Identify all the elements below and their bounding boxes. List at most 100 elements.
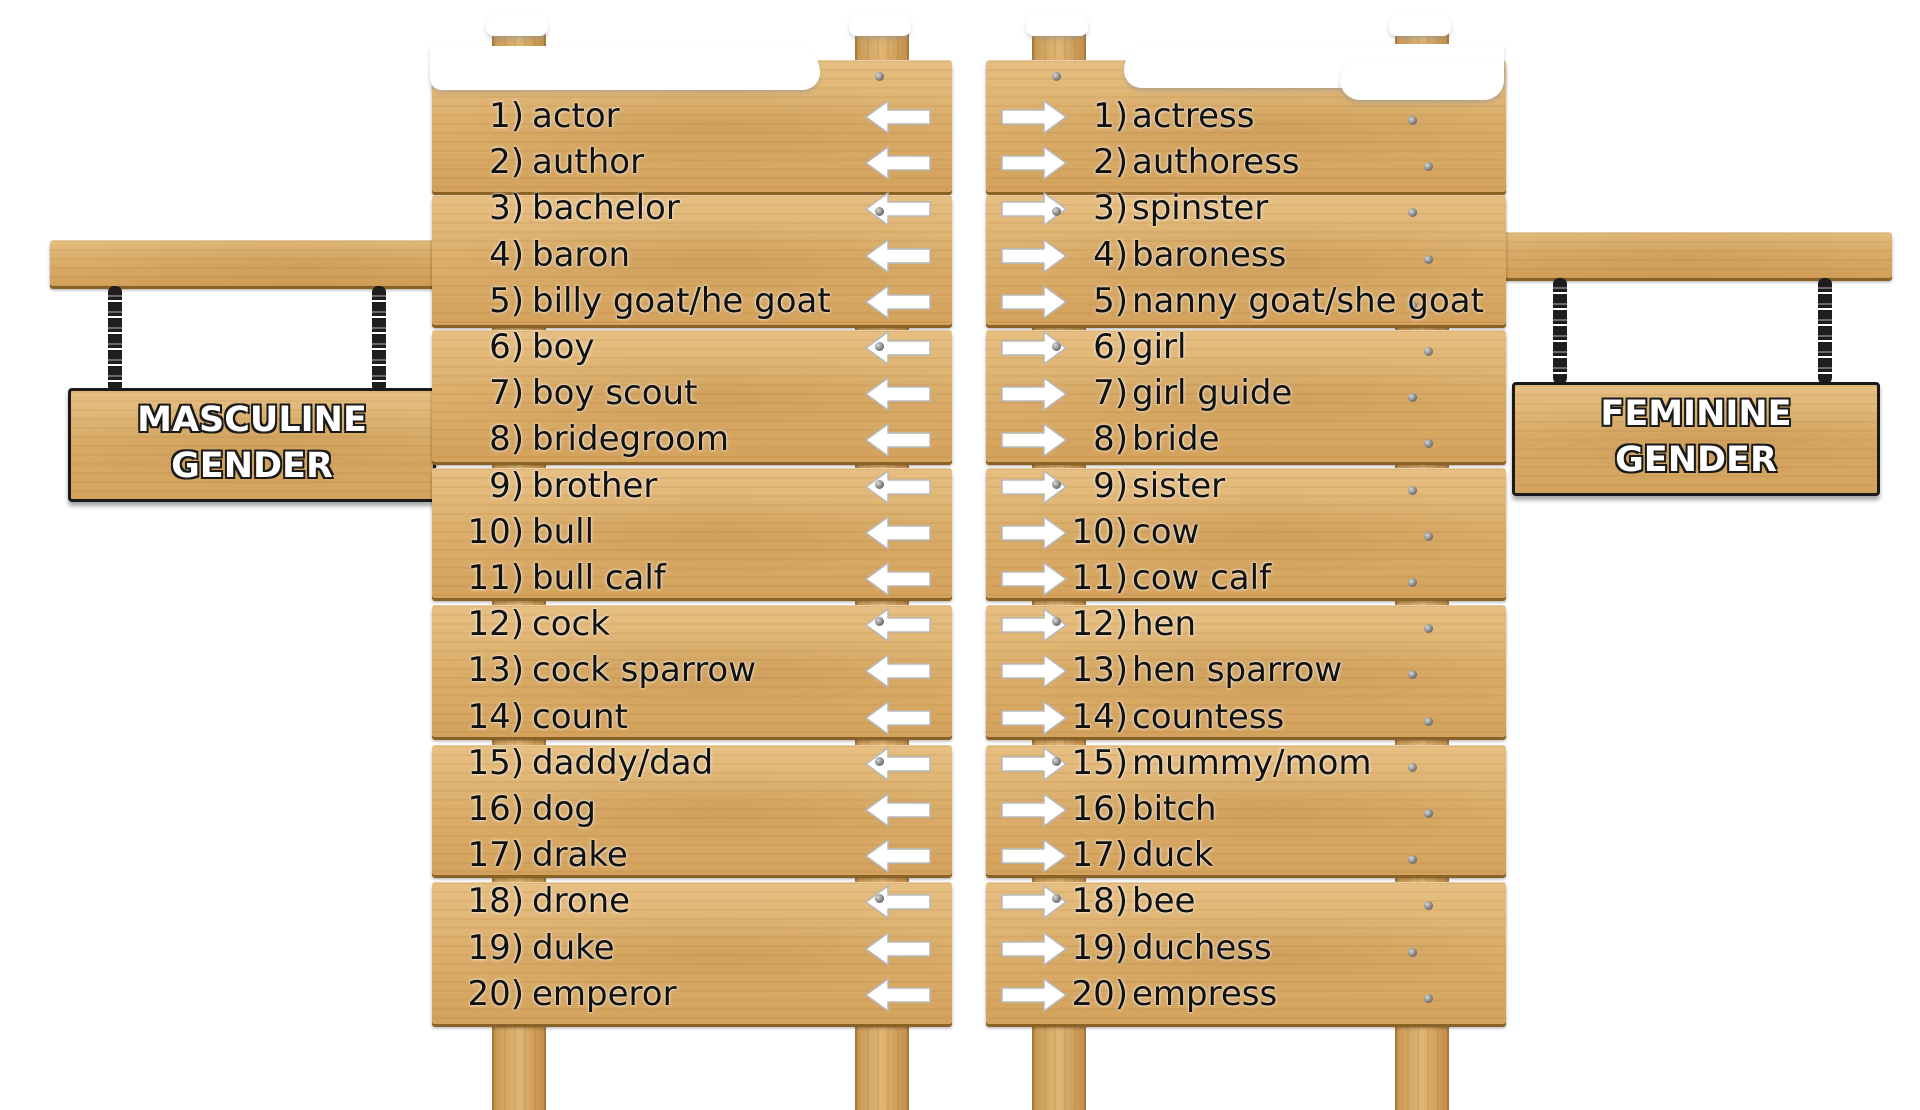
arrow-left-icon bbox=[862, 559, 934, 599]
nail-icon bbox=[875, 72, 884, 81]
item-number: 9) bbox=[489, 466, 524, 506]
item-word: authoress bbox=[1132, 142, 1300, 182]
arrow-right-icon bbox=[998, 374, 1070, 414]
arrow-left-icon bbox=[862, 698, 934, 738]
item-word: actress bbox=[1132, 96, 1255, 136]
chain-icon bbox=[1818, 278, 1832, 384]
item-number: 13) bbox=[467, 650, 524, 690]
item-word: nanny goat/she goat bbox=[1132, 281, 1484, 321]
arrow-left-icon bbox=[862, 236, 934, 276]
feminine-gender-sign: FEMININE GENDER bbox=[1512, 382, 1880, 496]
arrow-right-icon bbox=[998, 790, 1070, 830]
item-word: countess bbox=[1132, 697, 1285, 737]
item-word: emperor bbox=[532, 974, 677, 1014]
item-number: 10) bbox=[467, 512, 524, 552]
arrow-right-icon bbox=[998, 513, 1070, 553]
nail-icon bbox=[1408, 208, 1417, 217]
nail-icon bbox=[875, 894, 884, 903]
nail-icon bbox=[1424, 532, 1433, 541]
nail-icon bbox=[1408, 763, 1417, 772]
nail-icon bbox=[1052, 757, 1061, 766]
item-number: 4) bbox=[1093, 235, 1128, 275]
item-number: 11) bbox=[467, 558, 524, 598]
item-word: drone bbox=[532, 881, 631, 921]
snow-cap bbox=[430, 46, 820, 90]
item-word: girl bbox=[1132, 327, 1187, 367]
item-word: bee bbox=[1132, 881, 1196, 921]
item-number: 12) bbox=[1071, 604, 1128, 644]
item-number: 19) bbox=[1071, 928, 1128, 968]
item-word: author bbox=[532, 142, 645, 182]
nail-icon bbox=[1424, 255, 1433, 264]
item-number: 7) bbox=[1093, 373, 1128, 413]
sign-subtitle: GENDER bbox=[170, 445, 334, 487]
nail-icon bbox=[1052, 480, 1061, 489]
arrow-left-icon bbox=[862, 605, 934, 645]
nail-icon bbox=[1424, 994, 1433, 1003]
item-number: 1) bbox=[489, 96, 524, 136]
nail-icon bbox=[1052, 342, 1061, 351]
item-number: 18) bbox=[1071, 881, 1128, 921]
item-number: 15) bbox=[1071, 743, 1128, 783]
arrow-left-icon bbox=[862, 467, 934, 507]
item-number: 20) bbox=[467, 974, 524, 1014]
item-word: sister bbox=[1132, 466, 1226, 506]
item-word: cow bbox=[1132, 512, 1200, 552]
nail-icon bbox=[1408, 948, 1417, 957]
nail-icon bbox=[1052, 72, 1061, 81]
item-word: boy bbox=[532, 327, 595, 367]
item-word: duke bbox=[532, 928, 615, 968]
nail-icon bbox=[1408, 116, 1417, 125]
item-word: bitch bbox=[1132, 789, 1217, 829]
arrow-right-icon bbox=[998, 282, 1070, 322]
nail-icon bbox=[875, 617, 884, 626]
arrow-right-icon bbox=[998, 975, 1070, 1015]
nail-icon bbox=[1408, 486, 1417, 495]
item-word: empress bbox=[1132, 974, 1278, 1014]
item-word: brother bbox=[532, 466, 658, 506]
snow-cap bbox=[1340, 60, 1504, 100]
item-number: 14) bbox=[467, 697, 524, 737]
arrow-right-icon bbox=[998, 97, 1070, 137]
item-number: 3) bbox=[1093, 188, 1128, 228]
item-word: boy scout bbox=[532, 373, 698, 413]
item-number: 13) bbox=[1071, 650, 1128, 690]
item-number: 5) bbox=[489, 281, 524, 321]
item-number: 1) bbox=[1093, 96, 1128, 136]
nail-icon bbox=[875, 757, 884, 766]
item-number: 17) bbox=[1071, 835, 1128, 875]
nail-icon bbox=[1424, 901, 1433, 910]
item-word: baron bbox=[532, 235, 630, 275]
arrow-left-icon bbox=[862, 374, 934, 414]
arrow-right-icon bbox=[998, 651, 1070, 691]
snow-cap bbox=[486, 12, 548, 36]
item-number: 8) bbox=[489, 419, 524, 459]
nail-icon bbox=[1424, 347, 1433, 356]
nail-icon bbox=[1424, 717, 1433, 726]
nail-icon bbox=[1052, 894, 1061, 903]
arrow-right-icon bbox=[998, 929, 1070, 969]
arrow-left-icon bbox=[862, 328, 934, 368]
chain-icon bbox=[372, 286, 386, 392]
nail-icon bbox=[1408, 670, 1417, 679]
nail-icon bbox=[1424, 809, 1433, 818]
arrow-right-icon bbox=[998, 236, 1070, 276]
item-number: 9) bbox=[1093, 466, 1128, 506]
arrow-left-icon bbox=[862, 420, 934, 460]
arrow-left-icon bbox=[862, 651, 934, 691]
item-number: 8) bbox=[1093, 419, 1128, 459]
item-number: 5) bbox=[1093, 281, 1128, 321]
sign-title: MASCULINE bbox=[136, 399, 368, 441]
nail-icon bbox=[1408, 393, 1417, 402]
item-number: 16) bbox=[1071, 789, 1128, 829]
item-word: dog bbox=[532, 789, 596, 829]
arrow-left-icon bbox=[862, 836, 934, 876]
item-number: 15) bbox=[467, 743, 524, 783]
sign-title: FEMININE bbox=[1599, 393, 1792, 435]
arrow-right-icon bbox=[998, 420, 1070, 460]
item-number: 16) bbox=[467, 789, 524, 829]
item-number: 2) bbox=[489, 142, 524, 182]
item-number: 10) bbox=[1071, 512, 1128, 552]
item-word: hen bbox=[1132, 604, 1197, 644]
item-number: 7) bbox=[489, 373, 524, 413]
